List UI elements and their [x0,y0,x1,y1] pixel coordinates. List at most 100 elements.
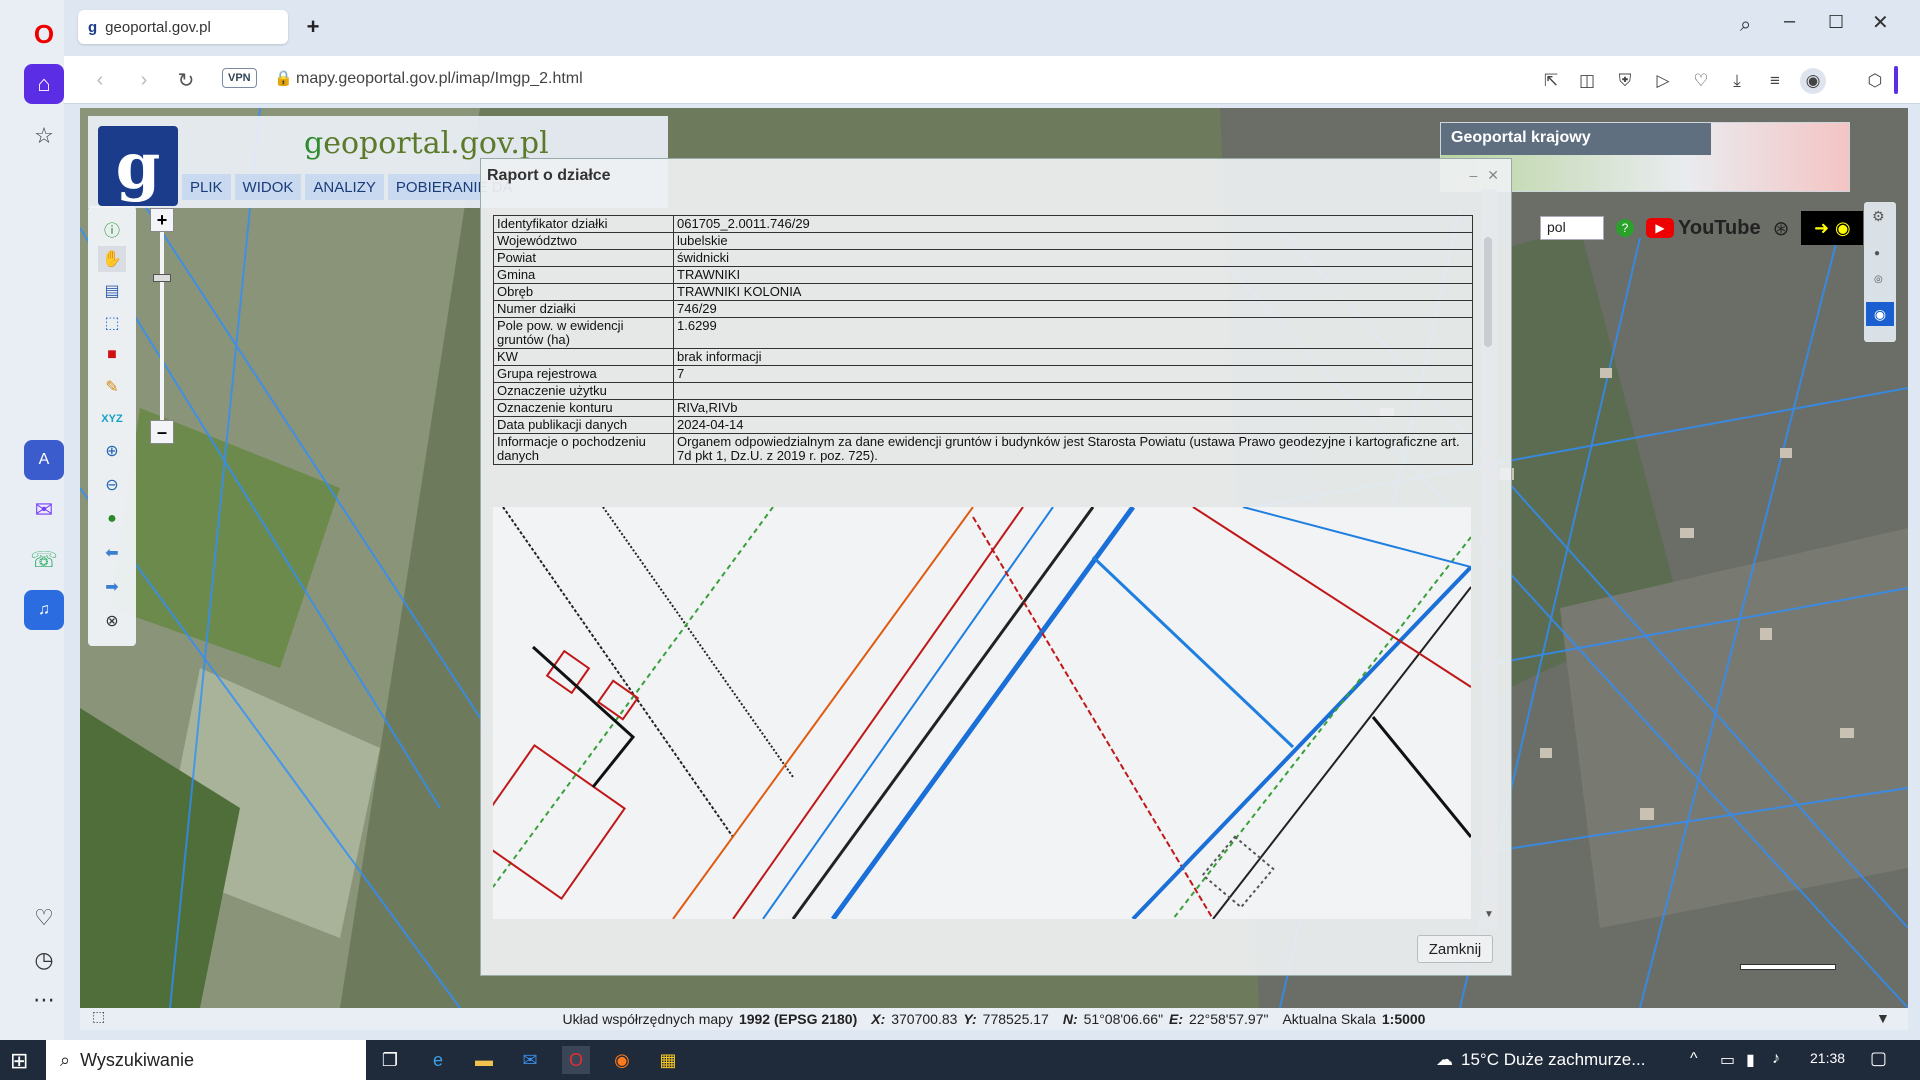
download-icon[interactable]: ⤓ [1724,68,1750,94]
heart-icon[interactable]: ♡ [1688,68,1714,94]
close-window-icon[interactable]: ✕ [1872,10,1889,35]
messenger-icon[interactable]: ✉ [24,490,64,530]
dialog-close-icon[interactable]: ✕ [1487,167,1499,184]
menu-analizy[interactable]: ANALIZY [305,174,384,200]
clear-icon[interactable]: ⊗ [98,608,126,634]
youtube-link[interactable]: ▶ YouTube [1646,217,1761,240]
previous-view-icon[interactable]: ⬅ [98,540,126,566]
draw-pencil-icon[interactable]: ✎ [98,374,126,400]
pan-hand-icon[interactable]: ✋ [98,246,126,272]
parcel-table-body: Identyfikator działki 061705_2.0011.746/2… [493,215,1473,465]
search-icon: ⌕ [60,1049,71,1070]
contrast-eye-icon[interactable]: ➜ ◉ [1801,211,1864,245]
extensions-icon[interactable]: ⬡ [1862,68,1888,94]
easy-setup-icon[interactable]: ≡ [1762,68,1788,94]
network-icon[interactable]: ▭ [1720,1050,1735,1070]
battery-icon[interactable]: ▮ [1746,1050,1755,1070]
print-icon[interactable]: ⬚ [92,1008,105,1025]
mail-icon[interactable]: ✉ [516,1046,544,1074]
row-key: Informacje o pochodzeniu danych [493,433,674,465]
dialog-minimize-icon[interactable]: – [1469,167,1477,184]
taskbar-search[interactable]: ⌕ Wyszukiwanie [46,1040,366,1080]
table-row: Numer działki 746/29 [493,300,1473,318]
map-view[interactable]: g geoportal.gov.pl PLIK WIDOK ANALIZY PO… [80,108,1908,1030]
menu-widok[interactable]: WIDOK [234,174,302,200]
opera-logo-icon[interactable]: O [24,14,64,54]
zoom-handle[interactable] [153,274,171,282]
zoom-out-icon[interactable]: ⊖ [98,472,126,498]
firefox-icon[interactable]: ◉ [608,1046,636,1074]
dot-icon[interactable]: ● [1874,248,1880,259]
zoom-slider[interactable]: + – [150,208,176,448]
language-select[interactable]: pol [1540,216,1604,240]
history-clock-icon[interactable]: ◷ [24,940,64,980]
more-options-icon[interactable]: ⋯ [24,980,64,1020]
lock-icon[interactable]: 🔒 [274,69,293,87]
camera-icon[interactable]: ◫ [1574,68,1600,94]
shield-icon[interactable]: ⛨ [1612,68,1638,94]
row-value: brak informacji [673,348,1473,366]
store-icon[interactable]: ▦ [654,1046,682,1074]
dialog-scrollbar[interactable]: ▼ [1481,189,1497,929]
info-icon[interactable]: ⓘ [98,216,126,242]
back-icon[interactable]: ‹ [86,66,114,94]
next-view-icon[interactable]: ➡ [98,574,126,600]
tab-strip: g geoportal.gov.pl + ⌕ – ☐ ✕ [64,0,1920,56]
help-icon[interactable]: ? [1616,219,1634,237]
opera-taskbar-icon[interactable]: O [562,1046,590,1074]
select-area-icon[interactable]: ⬚ [98,310,126,336]
minimize-window-icon[interactable]: – [1784,10,1795,33]
forward-icon[interactable]: › [130,66,158,94]
favorites-heart-icon[interactable]: ♡ [24,898,64,938]
map-status-bar: Układ współrzędnych mapy 1992 (EPSG 2180… [80,1008,1908,1030]
snap-icon[interactable]: ⇱ [1538,68,1564,94]
home-icon[interactable]: ⌂ [24,64,64,104]
vpn-badge[interactable]: VPN [222,68,257,88]
tray-chevron-icon[interactable]: ^ [1690,1050,1698,1068]
volume-icon[interactable]: ♪ [1772,1050,1780,1068]
task-view-icon[interactable]: ❐ [376,1046,404,1074]
geoportal-logo[interactable]: g [98,126,178,206]
new-tab-button[interactable]: + [300,14,326,40]
profile-icon[interactable]: ◉ [1800,68,1826,94]
reload-icon[interactable]: ↻ [172,66,200,94]
zoom-track[interactable] [160,232,164,422]
view-eye-icon[interactable]: ◉ [1866,302,1894,326]
settings-gear-icon[interactable]: ⚙ [1872,208,1885,225]
file-explorer-icon[interactable]: ▬ [470,1046,498,1074]
weather-widget[interactable]: ☁ 15°C Duże zachmurze... [1436,1040,1645,1080]
edge-icon[interactable]: e [424,1046,452,1074]
accessibility-icon[interactable]: ⊛ [1773,216,1790,241]
url-field[interactable]: mapy.geoportal.gov.pl/imap/Imgp_2.html [296,70,583,88]
zoom-plus-icon[interactable]: + [150,208,174,232]
legend-icon[interactable]: ▤ [98,278,126,304]
menu-plik[interactable]: PLIK [182,174,231,200]
maximize-window-icon[interactable]: ☐ [1828,12,1844,33]
play-icon[interactable]: ▷ [1650,68,1676,94]
clock[interactable]: 21:38 [1810,1050,1845,1066]
aria-ai-icon[interactable]: A [24,440,64,480]
notifications-icon[interactable]: ▢ [1870,1048,1887,1069]
scroll-down-icon[interactable]: ▼ [1484,909,1494,920]
select-object-icon[interactable]: ■ [98,342,126,368]
geoportal-favicon-icon: g [88,18,98,36]
whatsapp-icon[interactable]: ☏ [24,540,64,580]
browser-tab[interactable]: g geoportal.gov.pl [78,10,288,44]
full-extent-globe-icon[interactable]: ● [98,506,126,532]
layers-icon[interactable]: ◎ [1874,274,1883,285]
zoom-in-icon[interactable]: ⊕ [98,438,126,464]
windows-start-icon[interactable]: ⊞ [10,1048,28,1074]
row-value: 7 [673,365,1473,383]
close-dialog-button[interactable]: Zamknij [1417,935,1493,963]
speed-dial-star-icon[interactable]: ☆ [24,116,64,156]
scale-value: 1:5000 [1381,1011,1426,1027]
geoportal-krajowy-label: Geoportal krajowy [1441,123,1711,155]
music-player-icon[interactable]: ♫ [24,590,64,630]
xyz-coordinates-icon[interactable]: XYZ [98,406,126,432]
tab-search-icon[interactable]: ⌕ [1740,14,1751,37]
scrollbar-thumb[interactable] [1484,237,1492,347]
site-name-prefix: g [304,126,324,161]
zoom-minus-icon[interactable]: – [150,420,174,444]
status-collapse-icon[interactable]: ▼ [1876,1010,1890,1026]
scale-label: Aktualna Skala [1282,1011,1376,1027]
